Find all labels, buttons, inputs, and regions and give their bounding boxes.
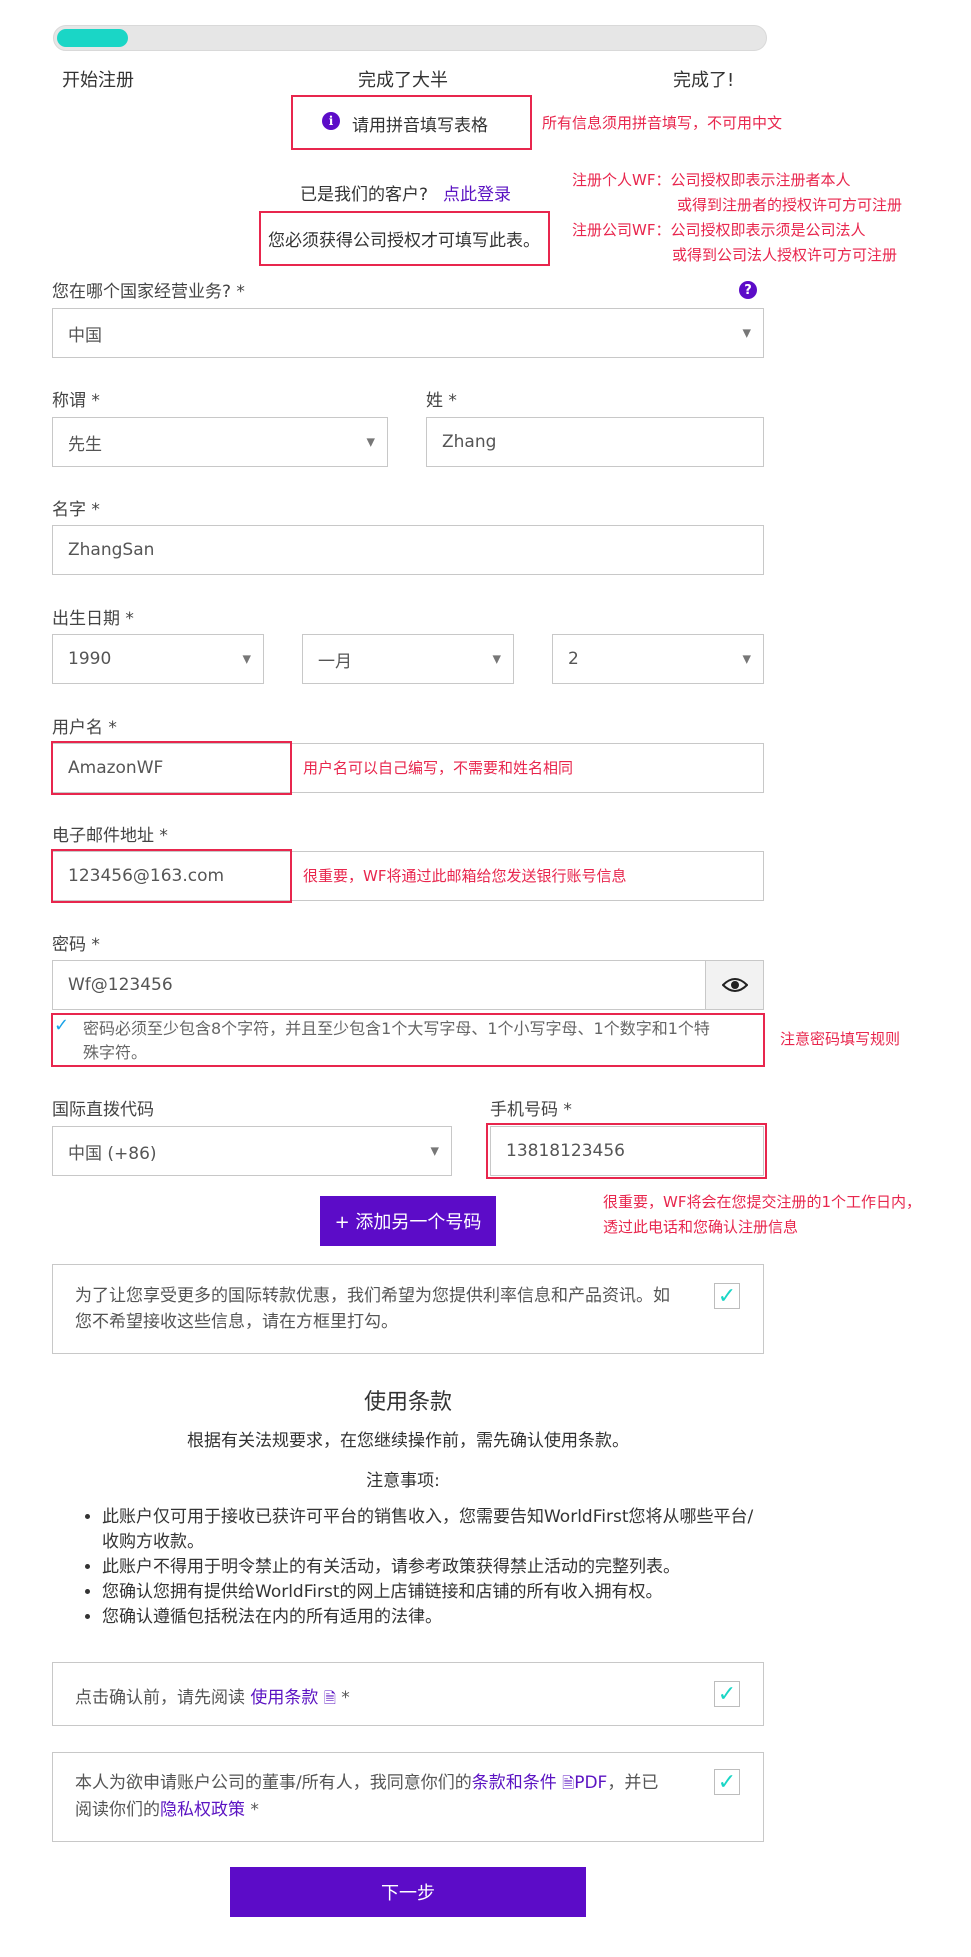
terms-link[interactable]: 使用条款 xyxy=(250,1688,318,1708)
chevron-down-icon: ▼ xyxy=(242,652,251,666)
show-password-button[interactable] xyxy=(705,960,764,1010)
surname-value: Zhang xyxy=(442,432,497,452)
consent-checkbox[interactable]: ✓ xyxy=(714,1769,740,1795)
step-half: 完成了大半 xyxy=(358,70,448,91)
salutation-label: 称谓 * xyxy=(52,391,100,411)
phone-annotation-1: 很重要，WF将会在您提交注册的1个工作日内， xyxy=(603,1193,922,1211)
chevron-down-icon: ▼ xyxy=(366,435,375,449)
list-item: 此账户仅可用于接收已获许可平台的销售收入，您需要告知WorldFirst您将从哪… xyxy=(102,1505,762,1555)
dial-code-label: 国际直拨代码 xyxy=(52,1100,154,1120)
terms-notes: 此账户仅可用于接收已获许可平台的销售收入，您需要告知WorldFirst您将从哪… xyxy=(72,1505,762,1630)
surname-input[interactable]: Zhang xyxy=(426,417,764,467)
dob-year-select[interactable]: 1990 ▼ xyxy=(52,634,264,684)
surname-label: 姓 * xyxy=(426,391,457,411)
list-item: 您确认遵循包括税法在内的所有适用的法律。 xyxy=(102,1605,762,1630)
username-annotation: 用户名可以自己编写，不需要和姓名相同 xyxy=(303,759,574,777)
marketing-line-2: 您不希望接收这些信息，请在方框里打勾。 xyxy=(75,1312,398,1332)
dob-day-select[interactable]: 2 ▼ xyxy=(552,634,764,684)
list-item: 此账户不得用于明令禁止的有关活动，请参考政策获得禁止活动的完整列表。 xyxy=(102,1555,762,1580)
list-item: 您确认您拥有提供给WorldFirst的网上店铺链接和店铺的所有收入拥有权。 xyxy=(102,1580,762,1605)
next-button[interactable]: 下一步 xyxy=(230,1867,586,1917)
notes-heading: 注意事项: xyxy=(366,1471,440,1491)
username-label: 用户名 * xyxy=(52,718,117,738)
password-value: Wf@123456 xyxy=(68,975,173,995)
chevron-down-icon: ▼ xyxy=(492,652,501,666)
login-link[interactable]: 点此登录 xyxy=(443,180,511,205)
checkmark-icon: ✓ xyxy=(717,1283,737,1309)
terms-subtitle: 根据有关法规要求，在您继续操作前，需先确认使用条款。 xyxy=(187,1431,629,1451)
auth-annotation-2: 或得到注册者的授权许可方可注册 xyxy=(677,196,903,214)
existing-customer-text: 已是我们的客户? xyxy=(300,185,429,205)
password-rule-line-1: 密码必须至少包含8个字符，并且至少包含1个大写字母、1个小写字母、1个数字和1个… xyxy=(83,1019,710,1038)
required-mark: * xyxy=(245,1800,259,1820)
password-input[interactable]: Wf@123456 xyxy=(52,960,706,1010)
password-rule-line-2: 殊字符。 xyxy=(83,1043,148,1062)
email-annotation: 很重要，WF将通过此邮箱给您发送银行账号信息 xyxy=(303,867,627,885)
email-highlight xyxy=(51,849,292,903)
marketing-text: 为了让您享受更多的国际转款优惠，我们希望为您提供利率信息和产品资讯。如 您不希望… xyxy=(75,1283,670,1335)
help-icon[interactable]: ? xyxy=(739,281,757,299)
dob-label: 出生日期 * xyxy=(52,609,134,629)
password-label: 密码 * xyxy=(52,935,100,955)
chevron-down-icon: ▼ xyxy=(430,1144,439,1158)
pinyin-annotation: 所有信息须用拼音填写，不可用中文 xyxy=(542,114,783,132)
auth-annotation-1: 注册个人WF：公司授权即表示注册者本人 xyxy=(572,171,851,189)
add-phone-button[interactable]: + 添加另一个号码 xyxy=(320,1196,496,1246)
marketing-checkbox[interactable]: ✓ xyxy=(714,1283,740,1309)
chevron-down-icon: ▼ xyxy=(742,652,751,666)
country-value: 中国 xyxy=(68,325,102,346)
marketing-line-1: 为了让您享受更多的国际转款优惠，我们希望为您提供利率信息和产品资讯。如 xyxy=(75,1286,670,1306)
given-name-value: ZhangSan xyxy=(68,540,155,560)
given-name-input[interactable]: ZhangSan xyxy=(52,525,764,575)
consent-line-1: 本人为欲申请账户公司的董事/所有人，我同意你们的 xyxy=(75,1773,472,1793)
salutation-value: 先生 xyxy=(68,434,102,455)
country-select[interactable]: 中国 ▼ xyxy=(52,308,764,358)
terms-title: 使用条款 xyxy=(363,1390,452,1415)
required-mark: * xyxy=(335,1688,350,1708)
consent-line-1-end: ，并已 xyxy=(607,1773,659,1793)
pdf-icon: 🗎 xyxy=(323,1689,336,1707)
password-rule: 密码必须至少包含8个字符，并且至少包含1个大写字母、1个小写字母、1个数字和1个… xyxy=(83,1017,710,1065)
country-label: 您在哪个国家经营业务? * xyxy=(52,282,245,302)
phone-highlight xyxy=(486,1123,767,1179)
dob-day-value: 2 xyxy=(568,649,579,669)
dob-year-value: 1990 xyxy=(68,649,112,669)
phone-annotation-2: 透过此电话和您确认注册信息 xyxy=(603,1218,799,1236)
phone-label: 手机号码 * xyxy=(490,1100,572,1120)
consent-text: 本人为欲申请账户公司的董事/所有人，我同意你们的条款和条件 🗎PDF，并已 阅读… xyxy=(75,1770,658,1824)
username-highlight xyxy=(51,741,292,795)
checkmark-icon: ✓ xyxy=(717,1681,737,1707)
email-label: 电子邮件地址 * xyxy=(52,826,168,846)
pinyin-notice: 请用拼音填写表格 xyxy=(352,116,488,136)
dial-code-value: 中国 (+86) xyxy=(68,1143,157,1164)
checkmark-icon: ✓ xyxy=(54,1015,70,1036)
terms-conditions-link[interactable]: 条款和条件 xyxy=(472,1773,557,1793)
given-name-label: 名字 * xyxy=(52,500,100,520)
privacy-policy-link[interactable]: 隐私权政策 xyxy=(160,1800,245,1820)
salutation-select[interactable]: 先生 ▼ xyxy=(52,417,388,467)
password-annotation: 注意密码填写规则 xyxy=(780,1030,901,1048)
progress-bar-fill xyxy=(57,29,128,47)
info-icon: i xyxy=(322,112,340,130)
auth-annotation-4: 或得到公司法人授权许可方可注册 xyxy=(672,246,898,264)
auth-annotation-3: 注册公司WF：公司授权即表示须是公司法人 xyxy=(572,221,866,239)
pdf-icon: 🗎 xyxy=(562,1774,575,1792)
eye-icon xyxy=(721,978,748,992)
read-terms-text: 点击确认前，请先阅读 使用条款 🗎 * xyxy=(75,1683,350,1713)
read-terms-checkbox[interactable]: ✓ xyxy=(714,1681,740,1707)
read-terms-prefix: 点击确认前，请先阅读 xyxy=(75,1688,245,1708)
step-start: 开始注册 xyxy=(62,70,134,91)
pdf-link[interactable]: PDF xyxy=(574,1773,607,1793)
chevron-down-icon: ▼ xyxy=(742,326,751,340)
dob-month-value: 一月 xyxy=(318,651,352,672)
consent-line-2: 阅读你们的 xyxy=(75,1800,160,1820)
dial-code-select[interactable]: 中国 (+86) ▼ xyxy=(52,1126,452,1176)
authorization-text: 您必须获得公司授权才可填写此表。 xyxy=(268,231,540,251)
checkmark-icon: ✓ xyxy=(717,1769,737,1795)
step-done: 完成了! xyxy=(673,70,735,91)
progress-bar xyxy=(53,25,767,51)
dob-month-select[interactable]: 一月 ▼ xyxy=(302,634,514,684)
